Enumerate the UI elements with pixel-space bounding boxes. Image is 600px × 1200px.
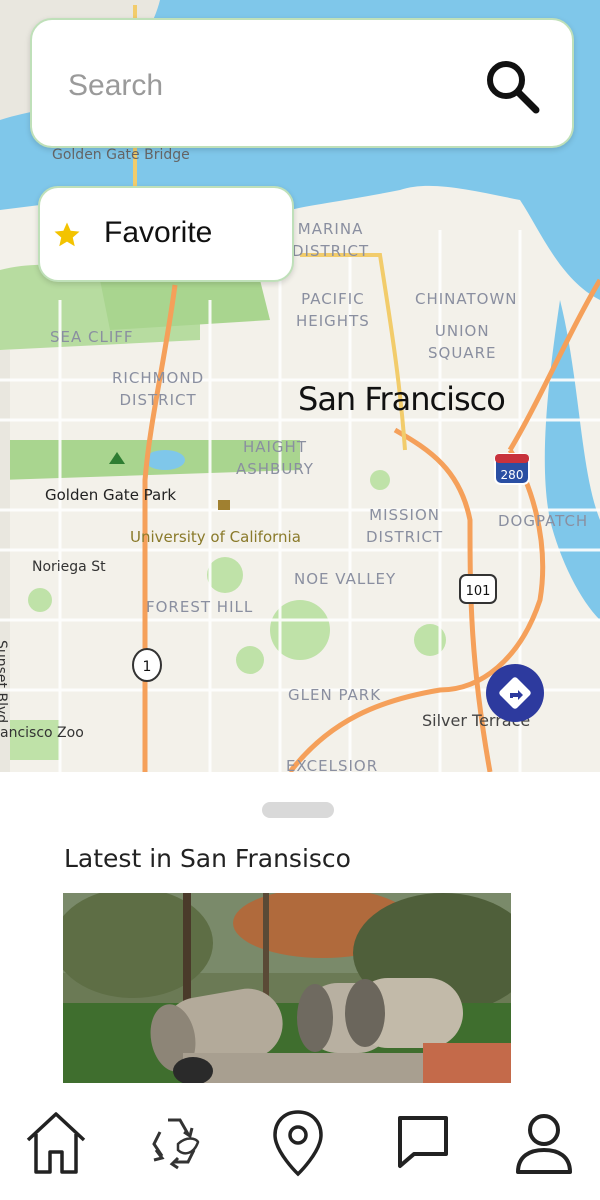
map-label-golden-gate-park: Golden Gate Park [45,486,177,504]
home-icon [26,1112,86,1174]
nav-messages[interactable] [384,1102,464,1182]
map-label-university: University of California [130,528,301,546]
map-label-dogpatch: DOGPATCH [498,512,589,530]
sheet-title: Latest in San Fransisco [64,844,351,873]
nav-recycle[interactable] [134,1102,214,1182]
map-label-noe-valley: NOE VALLEY [294,570,397,588]
map-label-union-square: UNION SQUARE [428,322,497,362]
shield-280-text: 280 [501,468,524,482]
nav-profile[interactable] [504,1102,584,1182]
latest-post-photo[interactable] [63,893,511,1083]
directions-button[interactable] [486,664,544,722]
map-label-richmond: RICHMOND DISTRICT [112,369,205,409]
map-label-sea-cliff: SEA CLIFF [50,328,134,346]
map-label-sunset-blvd: Sunset Blvd [0,640,9,724]
nav-home[interactable] [16,1102,96,1182]
chat-icon [398,1116,448,1168]
search-input[interactable] [66,60,470,112]
profile-icon [516,1114,572,1174]
bottom-navigation [0,1090,600,1200]
map-city-label: San Francisco [298,380,506,418]
map-label-haight-ashbury: HAIGHT ASHBURY [236,438,314,478]
shield-1-text: 1 [143,659,152,675]
shield-101-text: 101 [466,584,491,599]
directions-icon [499,677,531,709]
favorite-button[interactable]: Favorite [38,186,294,282]
map-label-zoo: ancisco Zoo [0,725,84,741]
map-label-pacific-heights: PACIFIC HEIGHTS [296,290,370,330]
location-pin-icon [273,1110,323,1177]
search-button[interactable] [482,56,542,116]
map-label-forest-hill: FOREST HILL [146,598,254,616]
map-label-noriega: Noriega St [32,559,106,575]
map-label-excelsior: EXCELSIOR [286,757,379,772]
app-screen: 280 101 1 Golden Gate Bridge MARINA DIST… [0,0,600,1200]
map-label-chinatown: CHINATOWN [415,290,518,308]
search-bar [30,18,574,148]
favorite-label: Favorite [104,216,213,249]
nav-location[interactable] [258,1102,338,1182]
map-label-mission: MISSION DISTRICT [366,506,444,546]
search-icon [487,61,540,114]
bottom-sheet: Latest in San Fransisco [0,772,600,1090]
map-label-marina: MARINA DISTRICT [292,220,370,260]
map-label-glen-park: GLEN PARK [288,686,382,704]
star-icon [54,222,80,247]
photo-concrete-pipes [63,893,511,1083]
sheet-drag-handle[interactable] [262,802,334,818]
recycle-icon [152,1118,200,1170]
